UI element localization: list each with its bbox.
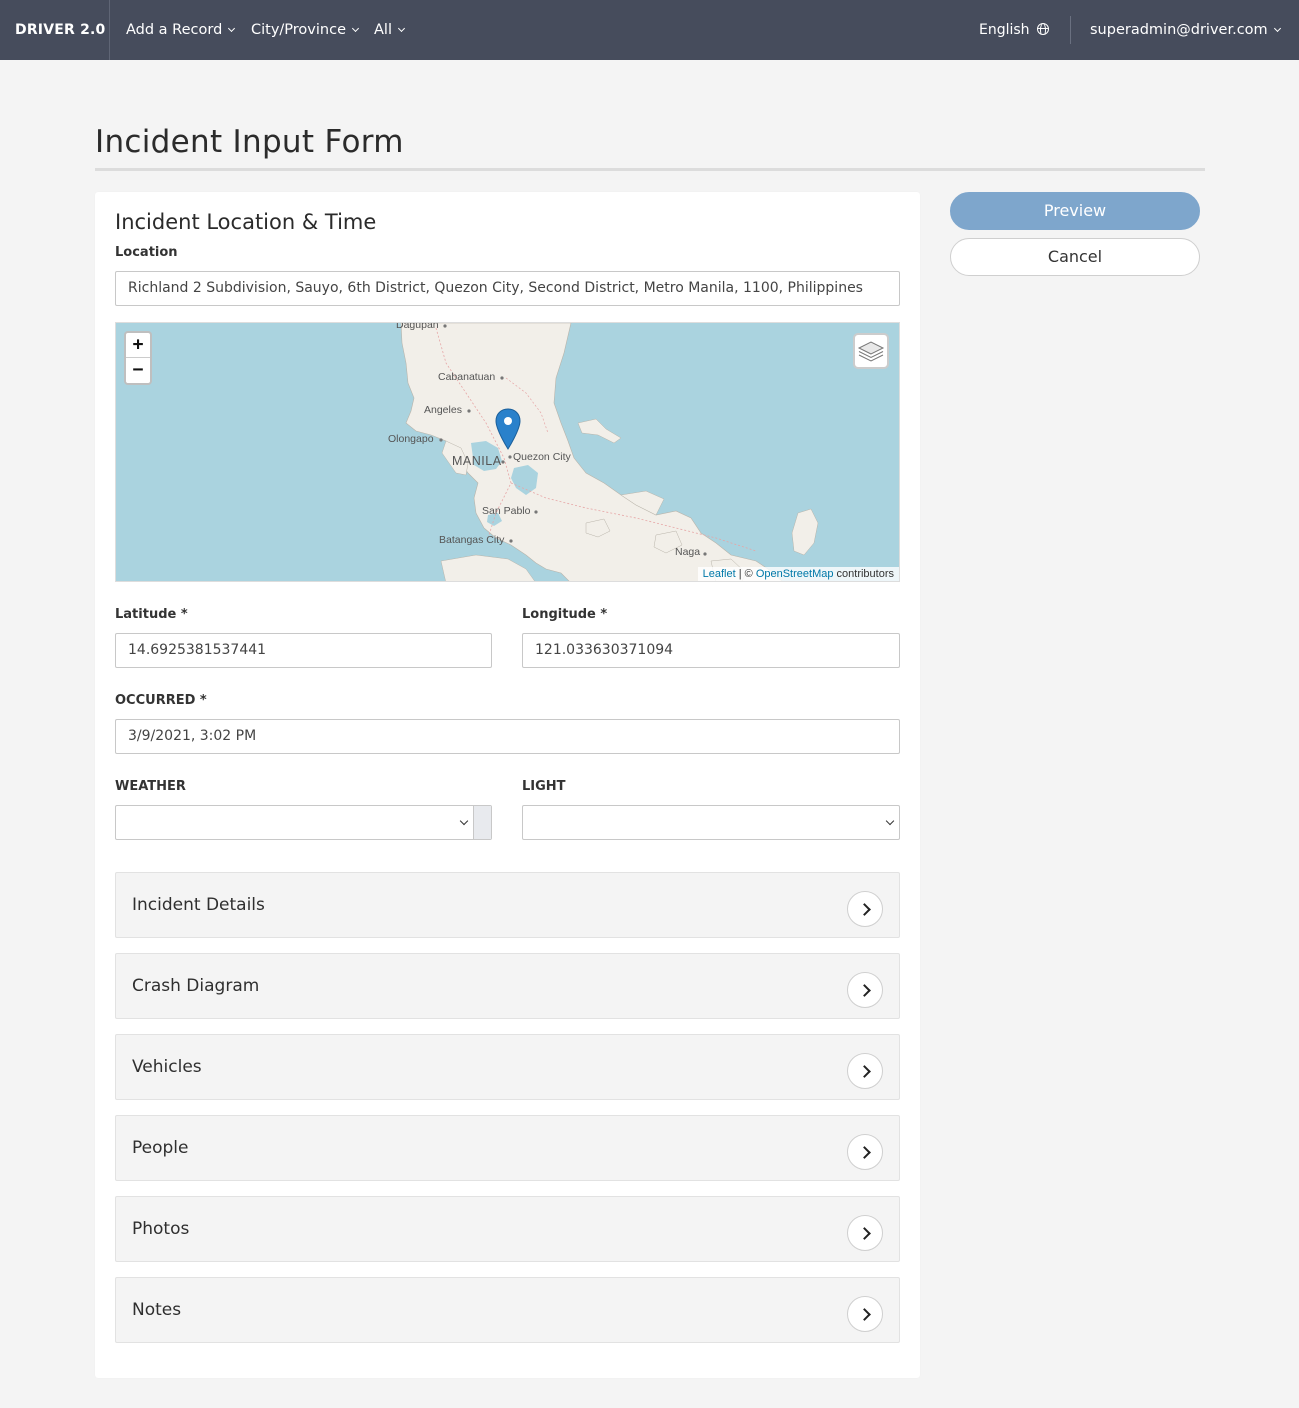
section-label: Vehicles	[132, 1057, 202, 1077]
map-place-label: Cabanatuan	[438, 371, 496, 383]
incident-form-card: Incident Location & Time Location Richla…	[95, 192, 920, 1378]
map-place-label: Batangas City	[439, 534, 505, 546]
section-crash-diagram[interactable]: Crash Diagram	[115, 953, 900, 1019]
map-place-label: Naga	[675, 546, 701, 558]
map-zoom-control: + −	[124, 331, 152, 385]
section-label: Photos	[132, 1219, 190, 1239]
cancel-button[interactable]: Cancel	[950, 238, 1200, 276]
section-incident-details[interactable]: Incident Details	[115, 872, 900, 938]
language-selector[interactable]: English	[979, 0, 1049, 60]
location-label: Location	[115, 245, 178, 260]
nav-city-province-label: City/Province	[251, 22, 347, 38]
attribution-suffix: contributors	[833, 568, 894, 580]
chevron-right-icon[interactable]	[847, 891, 883, 927]
location-map[interactable]: Dagupan Cabanatuan Angeles Olongapo MANI…	[115, 322, 900, 582]
map-place-label: Angeles	[424, 404, 462, 416]
section-label: Notes	[132, 1300, 182, 1320]
nav-city-province[interactable]: City/Province	[251, 0, 360, 60]
top-navbar: DRIVER 2.0 Add a Record City/Province Al…	[0, 0, 1299, 60]
chevron-right-icon[interactable]	[847, 1215, 883, 1251]
chevron-right-icon[interactable]	[847, 1134, 883, 1170]
title-divider	[95, 168, 1205, 171]
chevron-down-icon	[1273, 24, 1281, 33]
location-input[interactable]: Richland 2 Subdivision, Sauyo, 6th Distr…	[115, 271, 900, 306]
map-tiles	[116, 323, 899, 581]
chevron-down-icon	[228, 24, 236, 33]
weather-label: WEATHER	[115, 779, 186, 794]
layers-button[interactable]	[853, 333, 889, 369]
chevron-right-icon[interactable]	[847, 1053, 883, 1089]
chevron-right-icon[interactable]	[847, 1296, 883, 1332]
brand-logo[interactable]: DRIVER 2.0	[0, 0, 110, 60]
zoom-in-button[interactable]: +	[126, 333, 150, 358]
globe-icon	[1036, 23, 1049, 35]
section-label: Crash Diagram	[132, 976, 260, 996]
section-label: Incident Details	[132, 895, 265, 915]
section-people[interactable]: People	[115, 1115, 900, 1181]
section-label: People	[132, 1138, 189, 1158]
longitude-label: Longitude *	[522, 607, 608, 622]
map-place-label: Dagupan	[396, 322, 439, 331]
nav-divider	[1070, 16, 1071, 44]
map-place-label: MANILA	[452, 454, 502, 468]
light-label: LIGHT	[522, 779, 566, 794]
nav-all[interactable]: All	[374, 0, 406, 60]
occurred-label: OCCURRED *	[115, 693, 207, 708]
chevron-down-icon	[459, 816, 469, 826]
map-attribution: Leaflet | © OpenStreetMap contributors	[697, 567, 899, 581]
layers-icon	[857, 341, 885, 362]
weather-select-addon	[473, 806, 491, 839]
nav-add-record-label: Add a Record	[126, 22, 223, 38]
section-notes[interactable]: Notes	[115, 1277, 900, 1343]
nav-add-record[interactable]: Add a Record	[126, 0, 236, 60]
openstreetmap-link[interactable]: OpenStreetMap	[756, 568, 834, 580]
section-vehicles[interactable]: Vehicles	[115, 1034, 900, 1100]
user-menu[interactable]: superadmin@driver.com	[1090, 0, 1281, 60]
light-select[interactable]	[522, 805, 900, 840]
preview-button[interactable]: Preview	[950, 192, 1200, 230]
chevron-down-icon	[885, 816, 895, 826]
chevron-right-icon[interactable]	[847, 972, 883, 1008]
language-label: English	[979, 22, 1030, 38]
chevron-down-icon	[351, 24, 360, 33]
longitude-input[interactable]: 121.033630371094	[522, 633, 900, 668]
latitude-label: Latitude *	[115, 607, 188, 622]
map-pin-icon[interactable]	[495, 408, 521, 450]
latitude-input[interactable]: 14.6925381537441	[115, 633, 492, 668]
section-photos[interactable]: Photos	[115, 1196, 900, 1262]
map-place-label: Olongapo	[388, 433, 434, 445]
section-title: Incident Location & Time	[115, 210, 377, 234]
occurred-datetime-input[interactable]: 3/9/2021, 3:02 PM	[115, 719, 900, 754]
map-place-label: Quezon City	[513, 451, 571, 463]
attribution-separator: | ©	[735, 568, 756, 580]
zoom-out-button[interactable]: −	[126, 358, 150, 383]
chevron-down-icon	[397, 24, 406, 33]
page-title: Incident Input Form	[95, 124, 404, 160]
map-place-label: San Pablo	[482, 505, 531, 517]
weather-select[interactable]	[115, 805, 492, 840]
user-email: superadmin@driver.com	[1090, 22, 1268, 38]
leaflet-link[interactable]: Leaflet	[703, 568, 736, 580]
nav-all-label: All	[374, 22, 392, 38]
